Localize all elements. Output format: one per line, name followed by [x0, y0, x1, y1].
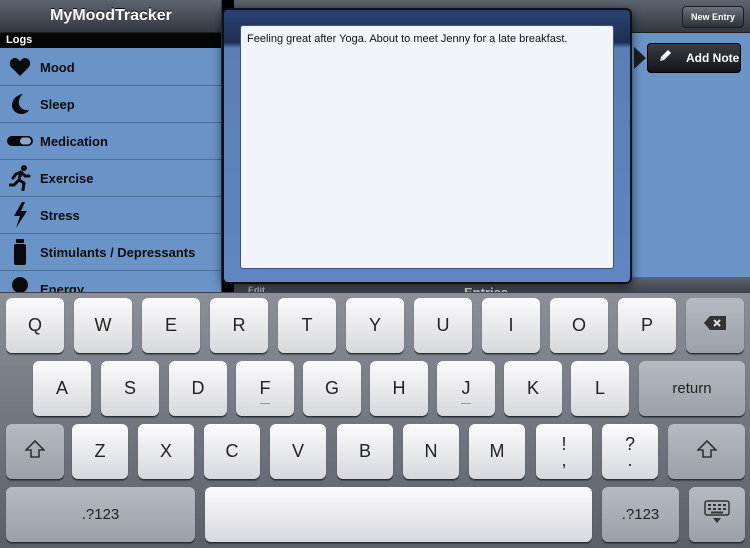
key-l[interactable]: L	[571, 361, 629, 416]
return-key[interactable]: return	[639, 361, 745, 416]
app-title: MyMoodTracker	[50, 7, 172, 24]
key-m[interactable]: M	[469, 424, 525, 479]
shift-icon	[24, 439, 46, 463]
key-y[interactable]: Y	[346, 298, 404, 353]
space-key[interactable]	[205, 487, 592, 542]
keyboard-hide-icon	[704, 500, 730, 529]
key-d[interactable]: D	[169, 361, 227, 416]
sidebar-item-sleep[interactable]: Sleep	[0, 86, 221, 123]
sidebar-item-label: Sleep	[40, 96, 75, 112]
key-f-label: F	[259, 378, 271, 398]
key-w[interactable]: W	[74, 298, 132, 353]
sidebar-item-label: Energy	[40, 281, 85, 293]
key-e[interactable]: E	[142, 298, 200, 353]
key-x[interactable]: X	[138, 424, 194, 479]
numbers-key-right[interactable]: .?123	[602, 487, 679, 542]
on-screen-keyboard: Q W E R T Y U I O P A S D F G H J K L re…	[0, 292, 750, 548]
key-a[interactable]: A	[33, 361, 91, 416]
key-s[interactable]: S	[101, 361, 159, 416]
add-note-pointer	[634, 47, 646, 69]
key-comma-label: ,	[561, 449, 567, 470]
add-note-button[interactable]: Add Note	[647, 43, 741, 73]
moon-icon	[0, 86, 40, 123]
backspace-key[interactable]	[686, 298, 744, 353]
sidebar-item-label: Stress	[40, 207, 80, 223]
new-entry-button[interactable]: New Entry	[681, 6, 744, 28]
key-h[interactable]: H	[370, 361, 428, 416]
shift-icon	[695, 439, 718, 463]
key-b[interactable]: B	[337, 424, 393, 479]
key-j-label: J	[461, 378, 471, 398]
pill-icon	[0, 123, 40, 160]
hide-keyboard-key[interactable]	[689, 487, 745, 542]
key-f[interactable]: F	[236, 361, 294, 416]
key-k[interactable]: K	[504, 361, 562, 416]
runner-icon	[0, 160, 40, 197]
pencil-icon	[658, 49, 672, 68]
key-v[interactable]: V	[270, 424, 326, 479]
key-u[interactable]: U	[414, 298, 472, 353]
key-o[interactable]: O	[550, 298, 608, 353]
sidebar-item-exercise[interactable]: Exercise	[0, 160, 221, 197]
add-note-label: Add Note	[686, 51, 740, 65]
key-question-period[interactable]: ? .	[602, 424, 658, 479]
sidebar-item-energy[interactable]: Energy	[0, 271, 221, 293]
key-j[interactable]: J	[437, 361, 495, 416]
key-r[interactable]: R	[210, 298, 268, 353]
key-z[interactable]: Z	[72, 424, 128, 479]
lightning-icon	[0, 197, 40, 234]
key-t[interactable]: T	[278, 298, 336, 353]
backspace-icon	[703, 315, 727, 336]
logs-section-header: Logs	[0, 33, 221, 48]
bottle-icon	[0, 234, 40, 271]
sidebar-item-stimulants[interactable]: Stimulants / Depressants	[0, 234, 221, 271]
sidebar-item-stress[interactable]: Stress	[0, 197, 221, 234]
key-p[interactable]: P	[618, 298, 676, 353]
key-i[interactable]: I	[482, 298, 540, 353]
sidebar-item-label: Mood	[40, 59, 75, 75]
bulb-icon	[0, 271, 40, 292]
key-period-label: .	[627, 449, 633, 470]
sidebar-item-medication[interactable]: Medication	[0, 123, 221, 160]
sidebar-item-label: Stimulants / Depressants	[40, 244, 196, 260]
shift-key-right[interactable]	[668, 424, 745, 479]
key-exclaim-comma[interactable]: ! ,	[536, 424, 592, 479]
key-q[interactable]: Q	[6, 298, 64, 353]
heart-icon	[0, 49, 40, 86]
numbers-key-left[interactable]: .?123	[6, 487, 195, 542]
sidebar-item-mood[interactable]: Mood	[0, 49, 221, 86]
shift-key-left[interactable]	[6, 424, 64, 479]
sidebar-item-label: Exercise	[40, 170, 94, 186]
key-g[interactable]: G	[303, 361, 361, 416]
key-c[interactable]: C	[204, 424, 260, 479]
note-text-area[interactable]: Feeling great after Yoga. About to meet …	[240, 25, 614, 269]
key-n[interactable]: N	[403, 424, 459, 479]
sidebar-header: MyMoodTracker	[0, 0, 221, 33]
logs-sidebar: MyMoodTracker Logs Mood Sleep Medication…	[0, 0, 222, 292]
sidebar-item-label: Medication	[40, 133, 108, 149]
